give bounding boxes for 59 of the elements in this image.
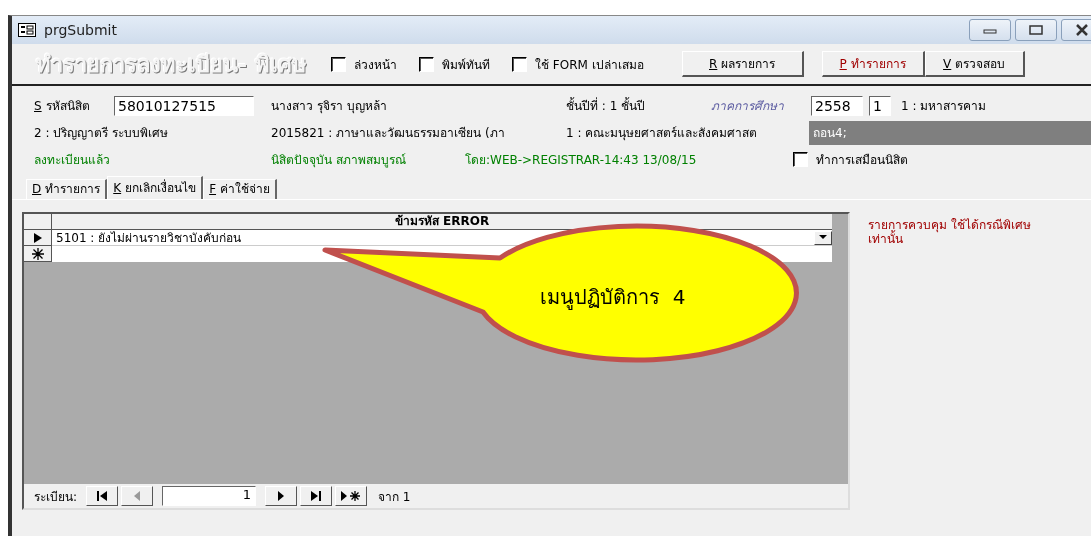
next-record-button[interactable] [265, 486, 298, 506]
year-level: ชั้นปีที่ : 1 ชั้นปี [566, 96, 647, 115]
column-header: ข้ามรหัส ERROR [52, 214, 832, 230]
record-number-field[interactable]: 1 [162, 486, 257, 506]
student-name: นางสาว รุจิรา บุญหล้า [271, 98, 388, 115]
dropdown-button[interactable] [814, 230, 832, 245]
new-record-icon [31, 247, 44, 260]
checkbox[interactable] [419, 56, 434, 72]
tab[interactable]: D ทำรายการ [26, 179, 108, 199]
checkbox[interactable] [331, 56, 346, 72]
checkbox[interactable] [512, 56, 527, 72]
toolbar-button[interactable]: P ทำรายการ [821, 51, 925, 77]
note-field: ถอน4; [809, 120, 1091, 145]
term-year-field[interactable]: 2558 [811, 95, 863, 116]
last-icon [310, 491, 323, 501]
current-row-icon [32, 231, 43, 244]
toolbar-button[interactable]: R ผลรายการ [681, 51, 804, 77]
new-record-button[interactable] [335, 486, 368, 506]
field-label: S รหัสนิสิต [34, 98, 91, 115]
record-selector[interactable] [24, 230, 52, 246]
toolbar-button[interactable]: V ตรวจสอบ [924, 51, 1025, 77]
field-label: ภาคการศึกษา [711, 98, 785, 115]
new-record-icon [340, 490, 363, 502]
previous-icon [133, 491, 142, 501]
last-record-button[interactable] [300, 486, 333, 506]
callout-text: เมนูปฏิบัติการ 4 [540, 284, 686, 312]
side-note: รายการควบคุม ใช้ได้กรณีพิเศษเท่านั้น [868, 218, 1032, 248]
first-icon [96, 491, 109, 501]
tab[interactable]: K ยกเลิกเงื่อนไข [107, 176, 204, 199]
maximize-icon [1029, 25, 1043, 35]
checkbox[interactable] [793, 152, 808, 167]
updated-by: โดย:WEB->REGISTRAR-14:43 13/08/15 [465, 152, 698, 169]
term-field[interactable]: 1 [869, 95, 891, 116]
student-id-field[interactable]: 58010127515 [114, 95, 254, 116]
checkbox-label: ล่วงหน้า [354, 56, 397, 74]
minimize-button[interactable] [969, 19, 1011, 41]
campus: 1 : มหาสารคาม [901, 98, 988, 115]
close-icon [1075, 24, 1089, 36]
minimize-icon [983, 26, 997, 34]
record-selector[interactable] [24, 246, 52, 262]
form-icon [18, 23, 36, 37]
checkbox-label: ทำการเสมือนนิสิต [816, 152, 909, 169]
checkbox-label: ใช้ FORM เปล่าเสมอ [535, 56, 644, 74]
tab[interactable]: F ค่าใช้จ่าย [203, 179, 278, 199]
window-title: prgSubmit [44, 22, 117, 38]
form-heading: ทำรายการลงทะเบียน- พิเศษ [36, 50, 308, 79]
student-standing: นิสิตปัจจุบัน สภาพสมบูรณ์ [271, 152, 407, 169]
caret-icon [819, 235, 827, 240]
record-total: จาก 1 [378, 488, 411, 506]
faculty: 1 : คณะมนุษยศาสตร์และสังคมศาสต [566, 125, 759, 142]
program: 2015821 : ภาษาและวัฒนธรรมอาเซียน (ภา [271, 125, 506, 142]
next-icon [277, 491, 286, 501]
checkbox-label: พิมพ์ทันที [442, 56, 490, 74]
navigator-label: ระเบียน: [34, 488, 78, 506]
close-button[interactable] [1061, 19, 1091, 41]
registration-status: ลงทะเบียนแล้ว [34, 152, 111, 169]
degree: 2 : ปริญญาตรี ระบบพิเศษ [34, 125, 170, 142]
first-record-button[interactable] [86, 486, 119, 506]
maximize-button[interactable] [1015, 19, 1057, 41]
